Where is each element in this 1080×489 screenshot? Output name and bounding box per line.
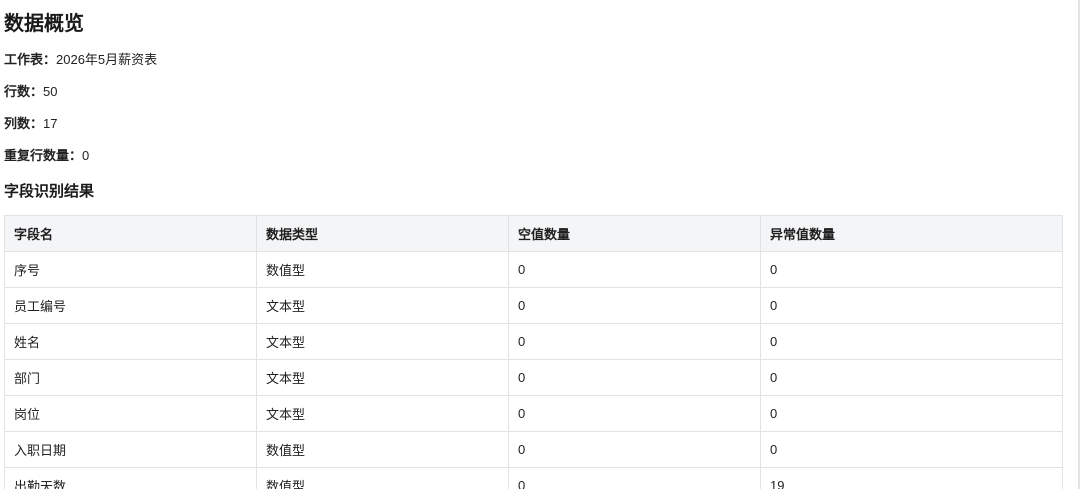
sheet-info: 工作表：2026年5月薪资表 (4, 49, 157, 68)
cell-anomaly-count: 19 (760, 467, 1063, 489)
cell-null-count: 0 (508, 431, 761, 468)
table-row: 员工编号 文本型 0 0 (4, 287, 1063, 324)
cell-field-name: 部门 (4, 359, 257, 396)
cell-anomaly-count: 0 (760, 359, 1063, 396)
column-header-anomaly-count: 异常值数量 (760, 215, 1063, 252)
cell-anomaly-count: 0 (760, 431, 1063, 468)
cell-data-type: 文本型 (256, 359, 509, 396)
column-header-data-type: 数据类型 (256, 215, 509, 252)
cell-anomaly-count: 0 (760, 323, 1063, 360)
table-row: 序号 数值型 0 0 (4, 251, 1063, 288)
cell-anomaly-count: 0 (760, 395, 1063, 432)
cell-field-name: 员工编号 (4, 287, 257, 324)
cell-field-name: 岗位 (4, 395, 257, 432)
cell-null-count: 0 (508, 287, 761, 324)
cell-null-count: 0 (508, 359, 761, 396)
sheet-label: 工作表： (4, 52, 57, 67)
cell-null-count: 0 (508, 467, 761, 489)
cell-data-type: 文本型 (256, 395, 509, 432)
sheet-value: 2026年5月薪资表 (56, 52, 158, 67)
cell-data-type: 文本型 (256, 323, 509, 360)
table-row: 岗位 文本型 0 0 (4, 395, 1063, 432)
section-title-field-recognition: 字段识别结果 (4, 183, 95, 200)
cell-field-name: 姓名 (4, 323, 257, 360)
duplicate-count-label: 重复行数量： (4, 148, 83, 163)
cell-field-name: 出勤天数 (4, 467, 257, 489)
cell-field-name: 序号 (4, 251, 257, 288)
field-recognition-table: 字段名 数据类型 空值数量 异常值数量 序号 数值型 0 0 员工编号 文本型 … (4, 215, 1063, 489)
cell-data-type: 文本型 (256, 287, 509, 324)
column-count-label: 列数： (4, 116, 44, 131)
cell-null-count: 0 (508, 251, 761, 288)
duplicate-count-value: 0 (82, 148, 90, 163)
column-header-field-name: 字段名 (4, 215, 257, 252)
column-header-null-count: 空值数量 (508, 215, 761, 252)
column-count-info: 列数：17 (4, 113, 57, 132)
cell-field-name: 入职日期 (4, 431, 257, 468)
table-header-row: 字段名 数据类型 空值数量 异常值数量 (4, 215, 1063, 252)
column-count-value: 17 (43, 116, 58, 131)
table-row: 部门 文本型 0 0 (4, 359, 1063, 396)
cell-anomaly-count: 0 (760, 251, 1063, 288)
cell-data-type: 数值型 (256, 431, 509, 468)
row-count-info: 行数：50 (4, 81, 57, 100)
cell-anomaly-count: 0 (760, 287, 1063, 324)
page: 数据概览 工作表：2026年5月薪资表 行数：50 列数：17 重复行数量：0 … (0, 0, 1080, 489)
table-row: 入职日期 数值型 0 0 (4, 431, 1063, 468)
row-count-value: 50 (43, 84, 58, 99)
cell-data-type: 数值型 (256, 467, 509, 489)
cell-null-count: 0 (508, 323, 761, 360)
table-row: 姓名 文本型 0 0 (4, 323, 1063, 360)
cell-null-count: 0 (508, 395, 761, 432)
duplicate-count-info: 重复行数量：0 (4, 145, 89, 164)
page-title: 数据概览 (4, 13, 84, 35)
row-count-label: 行数： (4, 84, 44, 99)
table-row: 出勤天数 数值型 0 19 (4, 467, 1063, 489)
cell-data-type: 数值型 (256, 251, 509, 288)
